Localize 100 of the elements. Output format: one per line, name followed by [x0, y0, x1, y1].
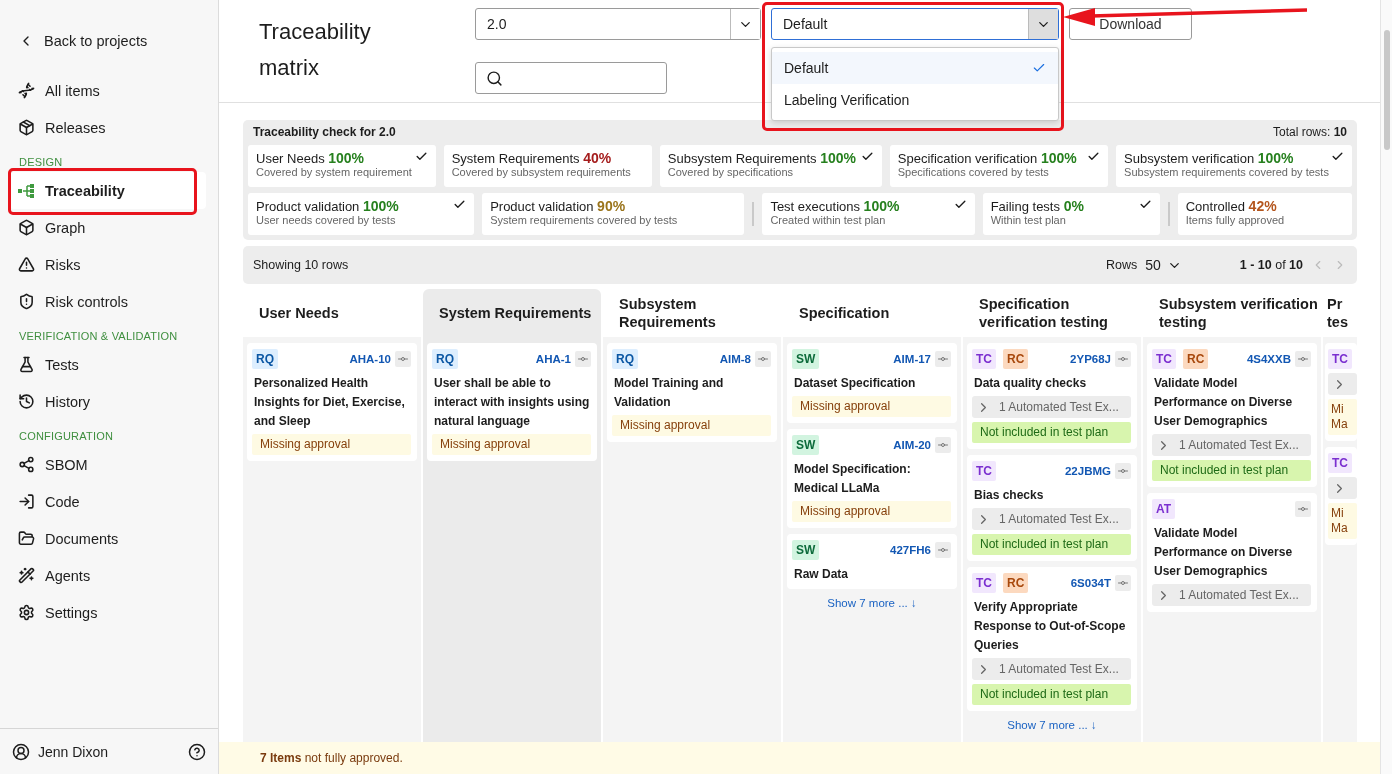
type-tag: TC	[1328, 453, 1352, 473]
item-card[interactable]: TC RC 2YP68J Data quality checks 1 Automated Test Ex... Not included in test plan	[967, 343, 1137, 449]
type-tag: RC	[1003, 349, 1029, 369]
item-card[interactable]: TC Mi Ma	[1325, 343, 1357, 441]
check-detail: Created within test plan	[770, 214, 887, 226]
item-id-link[interactable]: AIM-20	[893, 439, 931, 451]
item-id-link[interactable]: AIM-8	[719, 353, 751, 365]
sidebar-item[interactable]: Tests	[10, 346, 206, 383]
back-link[interactable]: Back to projects	[10, 22, 206, 59]
item-title: Verify Appropriate Response to Out-of-Scope Queries	[974, 600, 1126, 652]
approval-notice: 7 Items not fully approved.	[219, 742, 1380, 774]
check-label: Subsystem Requirements 100%	[667, 150, 857, 166]
test-execution-expander[interactable]	[1328, 373, 1357, 395]
test-execution-expander[interactable]: 1 Automated Test Ex...	[972, 658, 1131, 680]
type-tag: TC	[1328, 349, 1352, 369]
check-detail: Specifications covered by tests	[897, 166, 1050, 178]
sidebar-item[interactable]: History	[10, 383, 206, 420]
type-tag: AT	[1152, 499, 1176, 519]
check-percent: 100%	[328, 150, 365, 166]
item-title: Model Specification: Medical LLaMa	[794, 462, 911, 495]
type-tag: RC	[1003, 573, 1029, 593]
trace-link-button[interactable]	[755, 351, 771, 367]
arrow-into-bracket-icon	[18, 493, 35, 510]
dna-icon	[18, 82, 35, 99]
check-percent: 100%	[1040, 150, 1077, 166]
item-id-link[interactable]: 427FH6	[890, 544, 931, 556]
item-card[interactable]: RQ AHA-1 User shall be able to interact with insights using natural language Missing approval	[427, 343, 597, 461]
rows-label: Rows	[1105, 258, 1138, 272]
sidebar-item[interactable]: Agents	[10, 557, 206, 594]
item-card[interactable]: TC RC 4S4XXB Validate Model Performance on Diverse User Demographics 1 Automated Test Ex... Not included in test plan	[1147, 343, 1317, 487]
sidebar-item[interactable]: Risk controls	[10, 283, 206, 320]
item-card[interactable]: RQ AIM-8 Model Training and Validation Missing approval	[607, 343, 777, 442]
search-field[interactable]	[475, 62, 667, 94]
test-execution-expander[interactable]: 1 Automated Test Ex...	[972, 508, 1131, 530]
sidebar-item[interactable]: Traceability	[10, 172, 206, 209]
trace-link-button[interactable]	[1115, 463, 1131, 479]
warning-icon	[18, 256, 35, 273]
section-heading: DESIGN	[18, 155, 64, 170]
test-execution-expander[interactable]	[1328, 477, 1357, 499]
test-execution-expander[interactable]: 1 Automated Test Ex...	[1152, 434, 1311, 456]
shield-alert-icon	[18, 293, 35, 310]
item-id-link[interactable]: AHA-10	[349, 353, 391, 365]
item-card[interactable]: SW 427FH6 Raw Data	[787, 534, 957, 589]
show-more-link[interactable]: Show 7 more ... ↓	[787, 595, 957, 609]
status-note: Mi Ma	[1328, 503, 1357, 539]
item-id-link[interactable]: 2YP68J	[1070, 353, 1111, 365]
menu-option[interactable]: Labeling Verification	[772, 84, 1058, 116]
folder-icon	[18, 530, 35, 547]
sidebar-item[interactable]: SBOM	[10, 446, 206, 483]
scrollbar[interactable]	[1380, 0, 1392, 774]
item-title: User shall be able to interact with insights using natural language	[434, 376, 590, 428]
item-id-link[interactable]: 6S034T	[1070, 577, 1111, 589]
trace-link-button[interactable]	[1295, 351, 1311, 367]
item-card[interactable]: TC 22JBMG Bias checks 1 Automated Test Ex... Not included in test plan	[967, 455, 1137, 561]
check-percent: 100%	[362, 198, 399, 214]
item-title: Data quality checks	[974, 376, 1087, 390]
type-tag: TC	[972, 349, 996, 369]
type-tag: SW	[792, 435, 820, 455]
sidebar-item[interactable]: Risks	[10, 246, 206, 283]
network-icon	[18, 456, 35, 473]
item-id-link[interactable]: 4S4XXB	[1246, 353, 1291, 365]
item-card[interactable]: SW AIM-20 Model Specification: Medical LLaMa Missing approval	[787, 429, 957, 528]
show-more-link[interactable]: Show 7 more ... ↓	[967, 717, 1137, 731]
check-label: Subsystem verification 100%	[1124, 150, 1295, 166]
trace-link-button[interactable]	[1115, 351, 1131, 367]
trace-link-button[interactable]	[1115, 575, 1131, 591]
sidebar-item[interactable]: All items	[10, 72, 206, 109]
item-title: Validate Model Performance on Diverse User Demographics	[1154, 526, 1293, 578]
trace-link-button[interactable]	[935, 351, 951, 367]
menu-option[interactable]: Default	[772, 52, 1058, 84]
sidebar-item[interactable]: Settings	[10, 594, 206, 631]
test-execution-expander[interactable]: 1 Automated Test Ex...	[972, 396, 1131, 418]
item-title: Dataset Specification	[794, 376, 916, 390]
trace-link-button[interactable]	[1295, 501, 1311, 517]
sidebar-item[interactable]: Graph	[10, 209, 206, 246]
view-select[interactable]: Default	[771, 8, 1059, 40]
trace-link-button[interactable]	[395, 351, 411, 367]
item-id-link[interactable]: 22JBMG	[1064, 465, 1111, 477]
item-title: Personalized Health Insights for Diet, Exercise, and Sleep	[254, 376, 405, 428]
item-card[interactable]: TC Mi Ma	[1325, 447, 1357, 545]
trace-link-button[interactable]	[935, 542, 951, 558]
item-id-link[interactable]: AHA-1	[535, 353, 571, 365]
item-card[interactable]: TC RC 6S034T Verify Appropriate Response to Out-of-Scope Queries 1 Automated Test Ex... Not included in test plan	[967, 567, 1137, 711]
item-id-link[interactable]: AIM-17	[893, 353, 931, 365]
sidebar-item[interactable]: Releases	[10, 109, 206, 146]
magic-wand-icon	[18, 567, 35, 584]
section-heading: VERIFICATION & VALIDATION	[18, 329, 179, 344]
sidebar-item[interactable]: Documents	[10, 520, 206, 557]
release-select[interactable]: 2.0	[475, 8, 761, 40]
column-heading: Pr tes	[1326, 295, 1349, 332]
item-card[interactable]: AT Validate Model Performance on Diverse User Demographics 1 Automated Test Ex...	[1147, 493, 1317, 612]
check-label: Specification verification 100%	[897, 150, 1077, 166]
item-card[interactable]: SW AIM-17 Dataset Specification Missing approval	[787, 343, 957, 423]
trace-link-button[interactable]	[575, 351, 591, 367]
sidebar-item[interactable]: Code	[10, 483, 206, 520]
item-card[interactable]: RQ AHA-10 Personalized Health Insights for Diet, Exercise, and Sleep Missing approval	[247, 343, 417, 461]
help-icon[interactable]	[188, 742, 206, 761]
rows-select[interactable]: 50	[1145, 257, 1182, 273]
test-execution-expander[interactable]: 1 Automated Test Ex...	[1152, 584, 1311, 606]
trace-link-button[interactable]	[935, 437, 951, 453]
